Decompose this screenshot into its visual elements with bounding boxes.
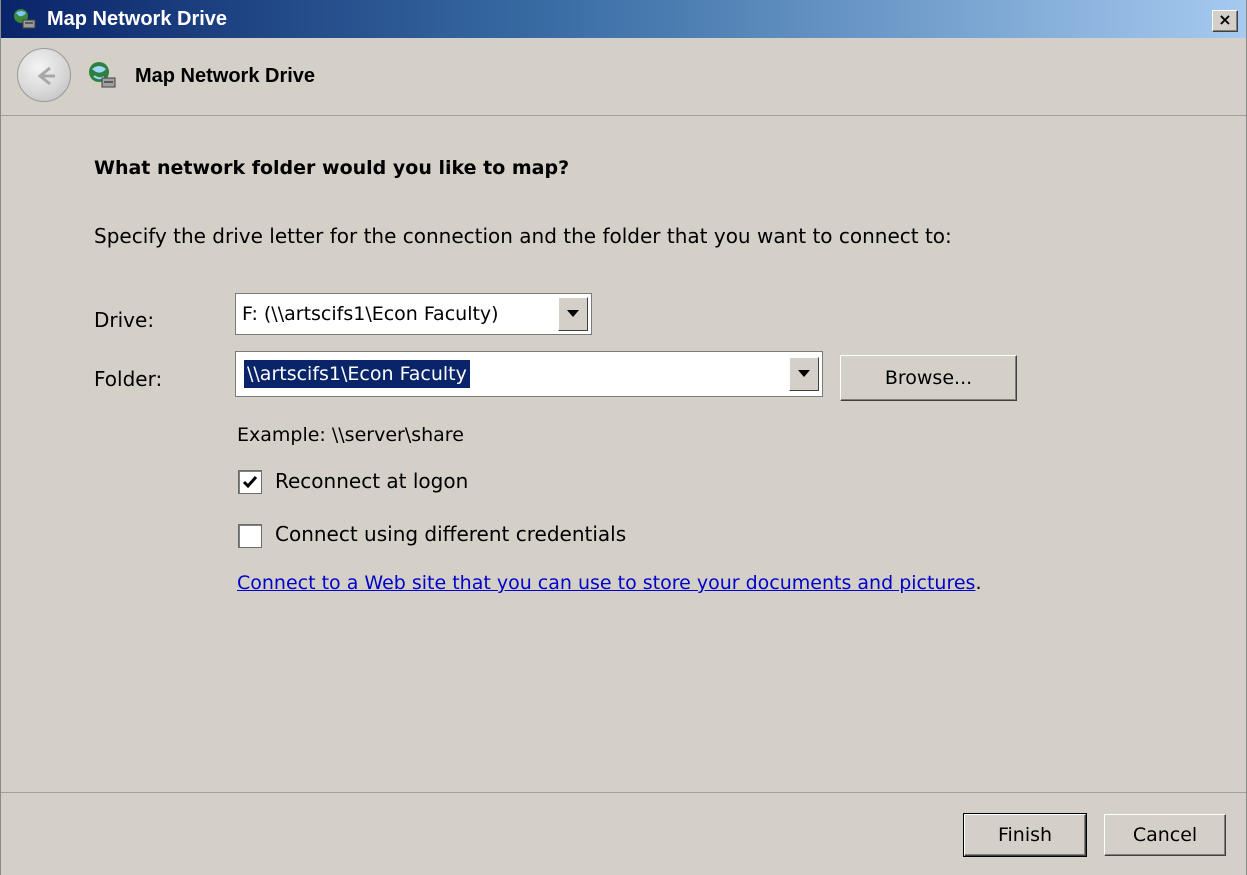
web-site-link-line: Connect to a Web site that you can use t… bbox=[237, 572, 982, 594]
chevron-down-icon bbox=[798, 370, 810, 377]
reconnect-label[interactable]: Reconnect at logon bbox=[275, 469, 468, 493]
drive-dropdown-button[interactable] bbox=[558, 297, 588, 331]
example-text: Example: \\server\share bbox=[237, 424, 464, 446]
title-bar[interactable]: Map Network Drive × bbox=[1, 0, 1246, 38]
instructions-text: Specify the drive letter for the connect… bbox=[94, 224, 952, 248]
web-site-link[interactable]: Connect to a Web site that you can use t… bbox=[237, 572, 975, 594]
close-button[interactable]: × bbox=[1212, 10, 1238, 32]
credentials-label[interactable]: Connect using different credentials bbox=[275, 522, 626, 546]
window-title: Map Network Drive bbox=[47, 8, 228, 30]
finish-button[interactable]: Finish bbox=[963, 813, 1087, 857]
back-arrow-icon bbox=[37, 66, 55, 86]
network-drive-icon bbox=[11, 7, 37, 31]
cancel-button[interactable]: Cancel bbox=[1104, 814, 1226, 856]
folder-label: Folder: bbox=[94, 367, 163, 391]
drive-label: Drive: bbox=[94, 308, 155, 332]
footer-divider bbox=[1, 792, 1246, 793]
folder-dropdown-button[interactable] bbox=[789, 357, 819, 391]
folder-combobox[interactable]: \\artscifs1\Econ Faculty bbox=[235, 351, 823, 397]
reconnect-checkbox[interactable] bbox=[238, 470, 262, 494]
wizard-header: Map Network Drive bbox=[1, 38, 1246, 116]
credentials-checkbox[interactable] bbox=[238, 524, 262, 548]
map-network-drive-window: Map Network Drive × Map Network Drive Wh… bbox=[0, 0, 1247, 875]
folder-input-value[interactable]: \\artscifs1\Econ Faculty bbox=[244, 360, 470, 388]
page-heading: What network folder would you like to ma… bbox=[94, 157, 570, 179]
checkmark-icon bbox=[242, 476, 258, 489]
network-globe-icon bbox=[87, 60, 117, 90]
web-site-link-suffix: . bbox=[975, 572, 982, 594]
header-divider bbox=[1, 115, 1246, 116]
back-button[interactable] bbox=[17, 48, 71, 102]
header-title: Map Network Drive bbox=[135, 65, 316, 87]
browse-button[interactable]: Browse... bbox=[840, 355, 1017, 401]
drive-select-value: F: (\\artscifs1\Econ Faculty) bbox=[242, 303, 499, 325]
drive-select[interactable]: F: (\\artscifs1\Econ Faculty) bbox=[235, 293, 592, 335]
chevron-down-icon bbox=[567, 310, 579, 317]
